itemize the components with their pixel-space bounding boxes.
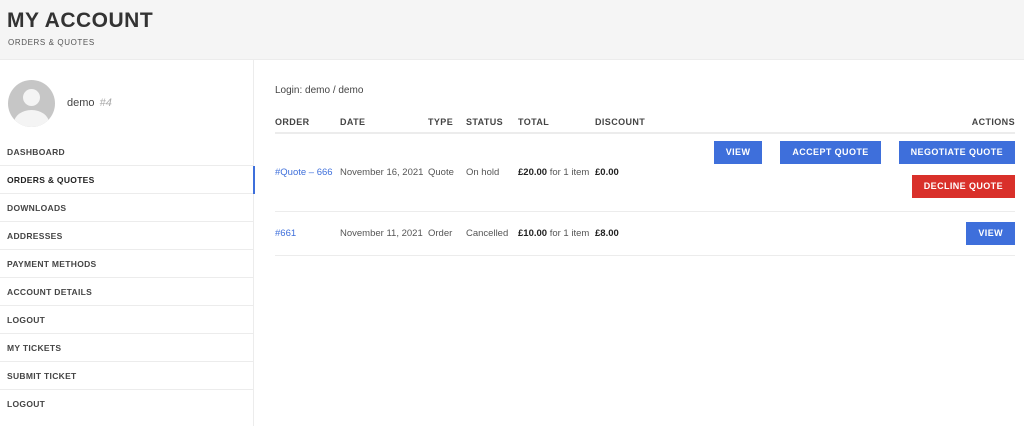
table-row: #661 November 11, 2021 Order Cancelled £…	[275, 211, 1015, 256]
order-status: On hold	[466, 133, 518, 212]
page-header: MY ACCOUNT ORDERS & QUOTES	[0, 0, 1024, 60]
menu-item-logout-2[interactable]: LOGOUT	[0, 390, 254, 418]
negotiate-quote-button[interactable]: NEGOTIATE QUOTE	[898, 141, 1015, 164]
order-type: Quote	[428, 133, 466, 212]
order-discount-amount: £0.00	[595, 166, 619, 178]
account-menu: DASHBOARD ORDERS & QUOTES DOWNLOADS ADDR…	[0, 138, 255, 418]
view-button[interactable]: VIEW	[713, 141, 763, 164]
user-id: #4	[99, 97, 112, 109]
avatar	[8, 80, 55, 127]
page-subtitle: ORDERS & QUOTES	[8, 38, 95, 47]
decline-quote-button[interactable]: DECLINE QUOTE	[911, 175, 1015, 198]
col-order: ORDER	[275, 111, 340, 134]
order-discount: £0.00	[595, 133, 665, 212]
order-total-suffix: for 1 item	[547, 166, 590, 178]
col-date: DATE	[340, 111, 428, 134]
order-actions: VIEW	[665, 211, 1015, 256]
login-info: Login: demo / demo	[275, 85, 364, 96]
accept-quote-button[interactable]: ACCEPT QUOTE	[780, 141, 881, 164]
page-title: MY ACCOUNT	[7, 9, 154, 32]
order-actions: VIEW ACCEPT QUOTE NEGOTIATE QUOTE DECLINE …	[665, 133, 1015, 212]
col-status: STATUS	[466, 111, 518, 134]
order-total-amount: £10.00	[518, 227, 548, 239]
menu-item-account-details[interactable]: ACCOUNT DETAILS	[0, 278, 254, 306]
account-sidebar: demo #4 DASHBOARD ORDERS & QUOTES DOWNLO…	[0, 60, 255, 426]
order-discount: £8.00	[595, 211, 665, 256]
menu-item-orders-quotes[interactable]: ORDERS & QUOTES	[0, 166, 255, 194]
order-link[interactable]: #661	[275, 228, 296, 239]
col-total: TOTAL	[518, 111, 595, 134]
col-actions: ACTIONS	[665, 111, 1015, 134]
orders-table: ORDER DATE TYPE STATUS TOTAL DISCOUNT AC…	[275, 111, 1015, 256]
order-type: Order	[428, 211, 466, 256]
order-total-suffix: for 1 item	[547, 227, 590, 239]
avatar-head-icon	[23, 89, 40, 106]
username-text: demo	[67, 97, 95, 109]
order-link[interactable]: #Quote – 666	[275, 167, 333, 178]
order-discount-amount: £8.00	[595, 227, 619, 239]
menu-item-my-tickets[interactable]: MY TICKETS	[0, 334, 254, 362]
order-date: November 16, 2021	[340, 133, 428, 212]
order-total-amount: £20.00	[518, 166, 548, 178]
menu-item-logout[interactable]: LOGOUT	[0, 306, 254, 334]
order-status: Cancelled	[466, 211, 518, 256]
view-button[interactable]: VIEW	[966, 221, 1015, 245]
col-discount: DISCOUNT	[595, 111, 665, 134]
col-type: TYPE	[428, 111, 466, 134]
order-total: £20.00 for 1 item	[518, 133, 595, 212]
menu-item-payment-methods[interactable]: PAYMENT METHODS	[0, 250, 254, 278]
menu-item-downloads[interactable]: DOWNLOADS	[0, 194, 254, 222]
user-info: demo #4	[8, 80, 248, 128]
avatar-body-icon	[14, 110, 49, 127]
order-total: £10.00 for 1 item	[518, 211, 595, 256]
menu-item-dashboard[interactable]: DASHBOARD	[0, 138, 254, 166]
menu-item-submit-ticket[interactable]: SUBMIT TICKET	[0, 362, 254, 390]
username: demo #4	[67, 97, 112, 109]
table-header-row: ORDER DATE TYPE STATUS TOTAL DISCOUNT AC…	[275, 111, 1015, 134]
menu-item-addresses[interactable]: ADDRESSES	[0, 222, 254, 250]
table-row: #Quote – 666 November 16, 2021 Quote On …	[275, 133, 1015, 212]
order-date: November 11, 2021	[340, 211, 428, 256]
